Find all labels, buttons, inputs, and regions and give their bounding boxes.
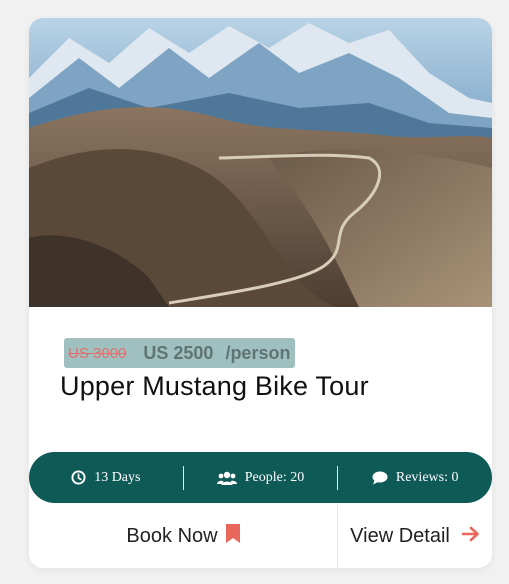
users-icon (216, 471, 237, 485)
book-now-button[interactable]: Book Now (29, 505, 338, 568)
arrow-right-icon (461, 525, 480, 548)
divider (337, 465, 339, 490)
price-unit: /person (225, 342, 291, 363)
reviews-info: Reviews: 0 (338, 470, 492, 486)
view-detail-button[interactable]: View Detail (338, 505, 492, 568)
old-price: US 3000 (68, 344, 127, 362)
clock-icon (71, 470, 86, 485)
new-price: US 2500 (143, 342, 214, 363)
price-badge: US 3000 US 2500 /person (64, 338, 296, 368)
duration-text: 13 Days (94, 469, 141, 485)
reviews-text: Reviews: 0 (395, 469, 459, 485)
bookmark-icon (225, 524, 240, 549)
comment-icon (372, 471, 388, 485)
tour-card: US 3000 US 2500 /person Upper Mustang Bi… (29, 18, 492, 568)
view-detail-label: View Detail (350, 525, 450, 547)
book-now-label: Book Now (126, 525, 218, 547)
tour-image[interactable] (29, 18, 492, 307)
tour-info-bar: 13 Days People: 20 Reviews: 0 (29, 452, 492, 503)
divider (182, 465, 184, 490)
people-info: People: 20 (184, 470, 338, 486)
card-actions: Book Now View Detail (29, 505, 492, 568)
tour-title[interactable]: Upper Mustang Bike Tour (60, 371, 369, 402)
duration-info: 13 Days (29, 470, 183, 486)
people-text: People: 20 (244, 469, 305, 485)
